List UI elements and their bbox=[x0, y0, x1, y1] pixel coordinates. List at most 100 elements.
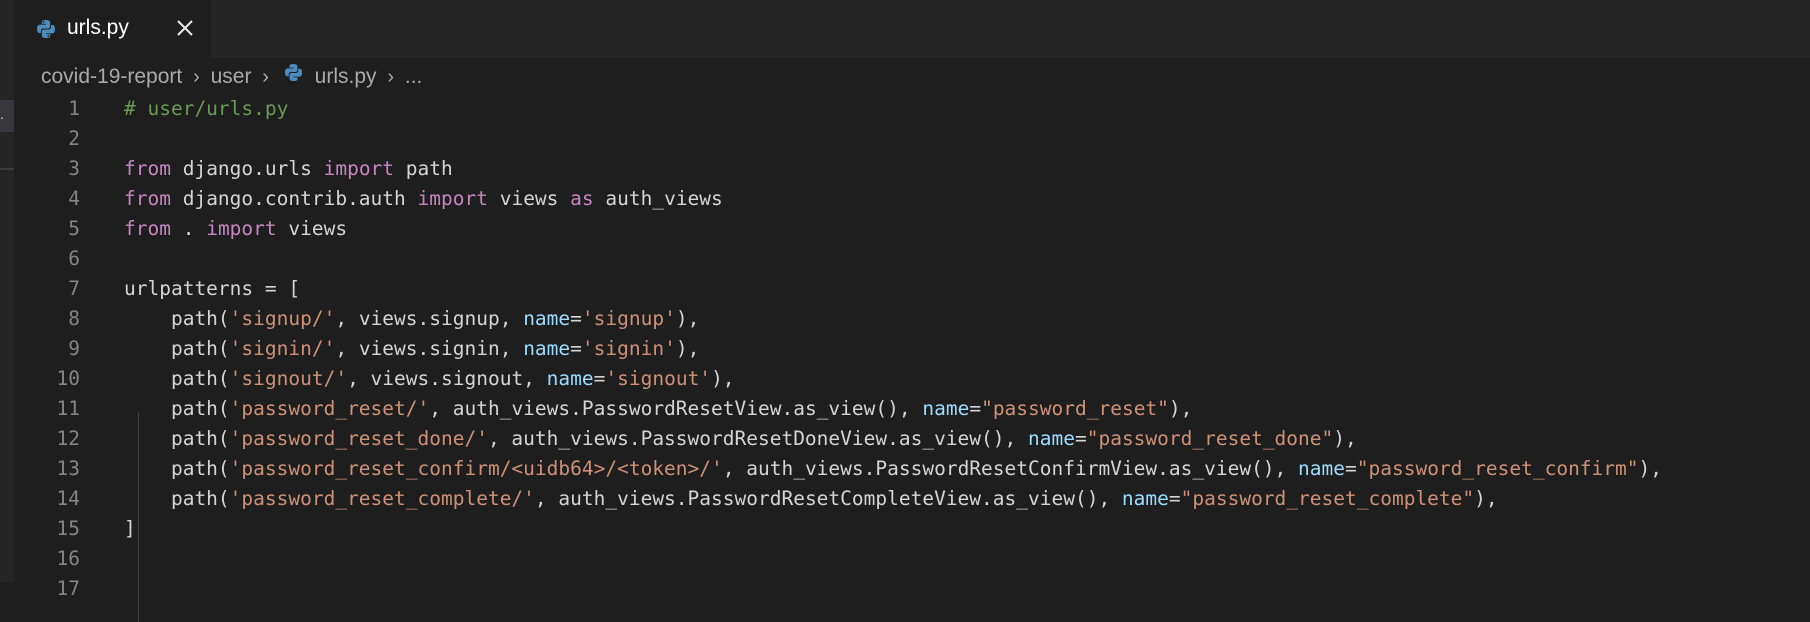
code-line[interactable]: 3 from django.urls import path bbox=[14, 154, 1810, 184]
code-line[interactable]: 8 path('signup/', views.signup, name='si… bbox=[14, 304, 1810, 334]
code-line[interactable]: 16 bbox=[14, 544, 1810, 574]
close-icon[interactable] bbox=[171, 14, 199, 42]
code-text: path('password_reset_complete/', auth_vi… bbox=[124, 484, 1498, 514]
code-line[interactable]: 15] bbox=[14, 514, 1810, 544]
string-token: "password_reset_confirm" bbox=[1356, 457, 1639, 480]
string-token: 'signout' bbox=[605, 367, 712, 390]
code-line[interactable]: 6 bbox=[14, 244, 1810, 274]
code-token: ), bbox=[675, 307, 700, 330]
line-number: 3 bbox=[68, 157, 80, 180]
code-line[interactable]: 2 bbox=[14, 124, 1810, 154]
parameter-token: name bbox=[1121, 487, 1169, 510]
parameter-token: name bbox=[523, 307, 571, 330]
code-line[interactable]: 4 from django.contrib.auth import views a… bbox=[14, 184, 1810, 214]
code-token: , views.signout, bbox=[347, 367, 547, 390]
collapsed-panel-marker[interactable]: . bbox=[0, 100, 14, 132]
string-token: "password_reset_done" bbox=[1086, 427, 1334, 450]
breadcrumb: covid-19-report › user › urls.py › ... bbox=[41, 60, 422, 94]
code-token: . bbox=[170, 217, 207, 240]
breadcrumb-folder[interactable]: user bbox=[211, 60, 252, 94]
code-token: path( bbox=[124, 307, 230, 330]
line-number: 13 bbox=[56, 457, 80, 480]
breadcrumb-file[interactable]: urls.py bbox=[315, 60, 377, 94]
code-token: , auth_views.PasswordResetView.as_view()… bbox=[429, 397, 923, 420]
keyword-token: from bbox=[124, 217, 171, 240]
code-token: path( bbox=[124, 337, 230, 360]
chevron-right-icon: › bbox=[387, 66, 395, 89]
activity-strip: . bbox=[0, 0, 14, 582]
code-line[interactable]: 14 path('password_reset_complete/', auth… bbox=[14, 484, 1810, 514]
code-token: views bbox=[487, 187, 571, 210]
code-line[interactable]: 11 path('password_reset/', auth_views.Pa… bbox=[14, 394, 1810, 424]
keyword-token: import bbox=[323, 157, 395, 180]
code-editor[interactable]: 1 # user/urls.py 2 3 from django.urls import… bbox=[14, 94, 1810, 622]
line-number: 8 bbox=[68, 307, 80, 330]
code-line[interactable]: 1 # user/urls.py bbox=[14, 94, 1810, 124]
code-text: # user/urls.py bbox=[124, 94, 288, 124]
breadcrumb-more[interactable]: ... bbox=[405, 60, 423, 94]
code-token: = bbox=[593, 367, 606, 390]
code-token: ), bbox=[1168, 397, 1193, 420]
string-token: "password_reset_complete" bbox=[1180, 487, 1475, 510]
line-number: 14 bbox=[56, 487, 80, 510]
line-number: 9 bbox=[68, 337, 80, 360]
line-number: 1 bbox=[68, 97, 80, 120]
code-text: path('password_reset_confirm/<uidb64>/<t… bbox=[124, 454, 1662, 484]
code-line[interactable]: 17 bbox=[14, 574, 1810, 604]
line-number: 5 bbox=[68, 217, 80, 240]
code-text: ] bbox=[124, 514, 136, 544]
code-text: path('signout/', views.signout, name='si… bbox=[124, 364, 735, 394]
string-token: 'signup' bbox=[581, 307, 676, 330]
line-number: 10 bbox=[56, 367, 80, 390]
code-token: path( bbox=[124, 367, 230, 390]
line-number: 11 bbox=[56, 397, 80, 420]
code-text: path('password_reset_done/', auth_views.… bbox=[124, 424, 1357, 454]
string-token: 'signin/' bbox=[229, 337, 336, 360]
string-token: 'password_reset/' bbox=[229, 397, 430, 420]
code-token: ), bbox=[1333, 427, 1357, 450]
code-token: path( bbox=[124, 457, 230, 480]
tab-urls-py[interactable]: urls.py bbox=[14, 0, 211, 58]
parameter-token: name bbox=[1298, 457, 1345, 480]
code-token: , auth_views.PasswordResetDoneView.as_vi… bbox=[487, 427, 1028, 450]
code-token: = bbox=[969, 397, 982, 420]
code-line[interactable]: 7 urlpatterns = [ bbox=[14, 274, 1810, 304]
keyword-token: as bbox=[570, 187, 594, 210]
parameter-token: name bbox=[523, 337, 571, 360]
chevron-right-icon: › bbox=[193, 66, 200, 89]
code-token: views bbox=[276, 217, 348, 240]
code-token: ), bbox=[711, 367, 735, 390]
code-token: ), bbox=[675, 337, 700, 360]
code-token: urlpatterns = [ bbox=[124, 277, 301, 300]
code-text: from . import views bbox=[124, 214, 347, 244]
line-number: 2 bbox=[68, 127, 80, 150]
code-token: django.contrib.auth bbox=[170, 187, 418, 210]
code-line[interactable]: 10 path('signout/', views.signout, name=… bbox=[14, 364, 1810, 394]
code-token: , views.signin, bbox=[335, 337, 524, 360]
string-token: 'password_reset_done/' bbox=[229, 427, 488, 450]
code-line[interactable]: 9 path('signin/', views.signin, name='si… bbox=[14, 334, 1810, 364]
code-token: , auth_views.PasswordResetConfirmView.as… bbox=[722, 457, 1299, 480]
code-token: = bbox=[1168, 487, 1181, 510]
code-token: = bbox=[1345, 457, 1357, 480]
line-number: 15 bbox=[56, 517, 80, 540]
code-line[interactable]: 13 path('password_reset_confirm/<uidb64>… bbox=[14, 454, 1810, 484]
code-token: django.urls bbox=[170, 157, 324, 180]
string-token: 'signout/' bbox=[229, 367, 348, 390]
string-token: 'password_reset_complete/' bbox=[229, 487, 535, 510]
code-text: from django.urls import path bbox=[124, 154, 453, 184]
code-token: = bbox=[1074, 427, 1087, 450]
line-number: 12 bbox=[56, 427, 80, 450]
code-text: urlpatterns = [ bbox=[124, 274, 300, 304]
code-line[interactable]: 12 path('password_reset_done/', auth_vie… bbox=[14, 424, 1810, 454]
keyword-token: from bbox=[124, 187, 171, 210]
code-line[interactable]: 5 from . import views bbox=[14, 214, 1810, 244]
code-token: auth_views bbox=[593, 187, 723, 210]
keyword-token: import bbox=[417, 187, 488, 210]
code-text: path('signin/', views.signin, name='sign… bbox=[124, 334, 699, 364]
parameter-token: name bbox=[922, 397, 970, 420]
string-token: "password_reset" bbox=[981, 397, 1169, 420]
breadcrumb-root[interactable]: covid-19-report bbox=[41, 60, 182, 94]
tab-label: urls.py bbox=[67, 16, 129, 39]
code-token: path bbox=[394, 157, 453, 180]
